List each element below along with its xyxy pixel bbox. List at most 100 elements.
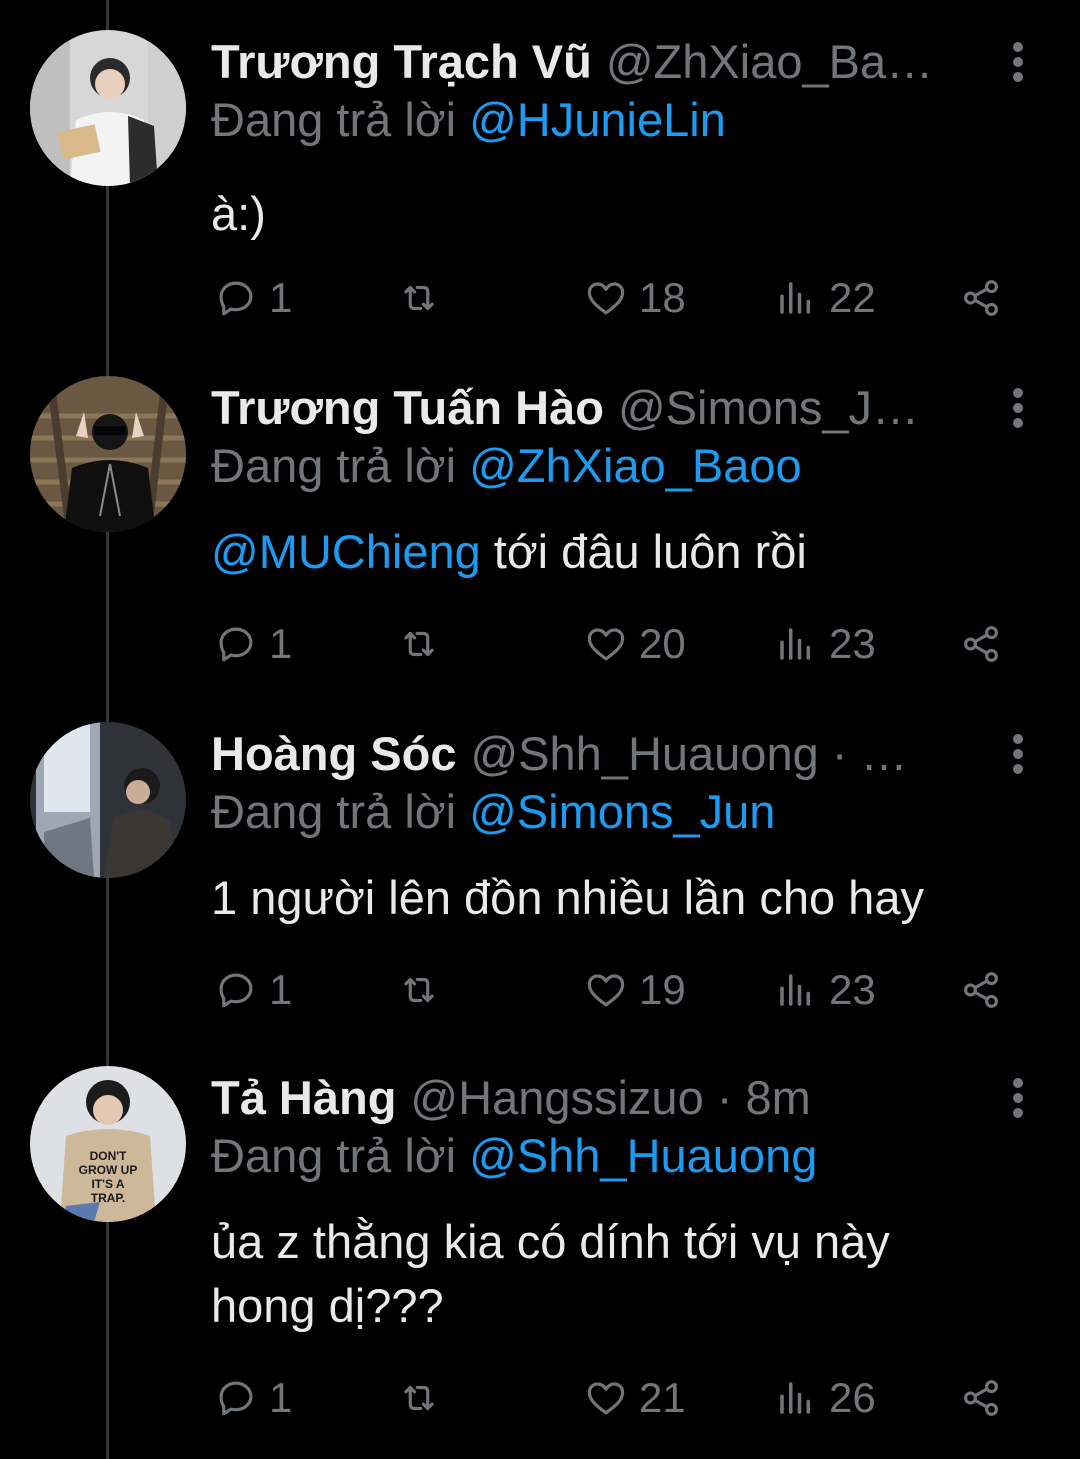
tweet[interactable]: DON'T GROW UP IT'S A TRAP. Tả Hàng @Hangssi… xyxy=(0,1066,1080,1459)
views-button[interactable]: 26 xyxy=(775,1368,876,1428)
handle[interactable]: @Simons_J… xyxy=(618,376,919,440)
like-count: 18 xyxy=(639,274,686,321)
like-button[interactable]: 19 xyxy=(585,960,686,1020)
reply-prefix: Đang trả lời xyxy=(211,1129,457,1182)
reply-prefix: Đang trả lời xyxy=(211,439,457,492)
share-button[interactable] xyxy=(960,614,1014,674)
reply-icon xyxy=(219,1381,253,1416)
action-bar: 1 21 26 xyxy=(0,1368,1080,1428)
display-name[interactable]: Tả Hàng xyxy=(211,1066,396,1130)
views-count: 23 xyxy=(829,966,876,1013)
share-icon xyxy=(964,280,998,316)
tweet-text: à:) xyxy=(211,182,1041,246)
replying-to: Đang trả lời @Simons_Jun xyxy=(211,780,775,844)
more-vertical-icon xyxy=(1013,734,1023,774)
reply-prefix: Đang trả lời xyxy=(211,785,457,838)
avatar-photo xyxy=(30,30,186,186)
share-icon xyxy=(964,626,998,662)
views-button[interactable]: 22 xyxy=(775,268,876,328)
retweet-icon xyxy=(404,285,434,311)
avatar[interactable] xyxy=(30,376,186,532)
share-button[interactable] xyxy=(960,1368,1014,1428)
share-icon xyxy=(964,972,998,1008)
views-count: 26 xyxy=(829,1374,876,1421)
avatar-photo: DON'T GROW UP IT'S A TRAP. xyxy=(30,1066,186,1222)
views-chart-icon xyxy=(780,974,810,1006)
reply-button[interactable]: 1 xyxy=(215,614,292,674)
avatar[interactable] xyxy=(30,30,186,186)
tweet-text-content: 1 người lên đồn nhiều lần cho hay xyxy=(211,871,924,924)
action-bar: 1 18 22 xyxy=(0,268,1080,328)
retweet-icon xyxy=(404,631,434,657)
like-button[interactable]: 18 xyxy=(585,268,686,328)
heart-icon xyxy=(587,974,625,1007)
tweet-header: Hoàng Sóc @Shh_Huauong · … xyxy=(211,722,908,786)
tweet-header: Trương Tuấn Hào @Simons_J… xyxy=(211,376,919,440)
avatar-photo xyxy=(30,722,186,878)
retweet-button[interactable] xyxy=(398,614,452,674)
handle[interactable]: @Shh_Huauong · … xyxy=(470,722,907,786)
retweet-button[interactable] xyxy=(398,1368,452,1428)
replying-to: Đang trả lời @HJunieLin xyxy=(211,88,726,152)
action-bar: 1 19 23 xyxy=(0,960,1080,1020)
tweet[interactable]: Trương Tuấn Hào @Simons_J… Đang trả lời … xyxy=(0,376,1080,696)
reply-button[interactable]: 1 xyxy=(215,960,292,1020)
reply-to-mention[interactable]: @ZhXiao_Baoo xyxy=(469,439,802,492)
reply-button[interactable]: 1 xyxy=(215,268,292,328)
tweet-text-content: à:) xyxy=(211,187,266,240)
display-name[interactable]: Trương Trạch Vũ xyxy=(211,30,592,94)
avatar-photo xyxy=(30,376,186,532)
text-mention[interactable]: @MUChieng xyxy=(211,525,481,578)
views-count: 23 xyxy=(829,620,876,667)
share-button[interactable] xyxy=(960,960,1014,1020)
views-chart-icon xyxy=(780,628,810,660)
retweet-icon xyxy=(404,1385,434,1411)
like-count: 20 xyxy=(639,620,686,667)
reply-to-mention[interactable]: @HJunieLin xyxy=(469,93,726,146)
replying-to: Đang trả lời @ZhXiao_Baoo xyxy=(211,434,802,498)
more-options-button[interactable] xyxy=(996,1068,1040,1128)
share-icon xyxy=(964,1380,998,1416)
tweet-header: Tả Hàng @Hangssizuo · 8m xyxy=(211,1066,811,1130)
more-vertical-icon xyxy=(1013,1078,1023,1118)
retweet-button[interactable] xyxy=(398,960,452,1020)
tweet[interactable]: Hoàng Sóc @Shh_Huauong · … Đang trả lời … xyxy=(0,722,1080,1042)
action-bar: 1 20 23 xyxy=(0,614,1080,674)
retweet-icon xyxy=(404,977,434,1003)
like-count: 19 xyxy=(639,966,686,1013)
views-button[interactable]: 23 xyxy=(775,614,876,674)
reply-prefix: Đang trả lời xyxy=(211,93,457,146)
more-options-button[interactable] xyxy=(996,724,1040,784)
reply-icon xyxy=(219,281,253,316)
reply-to-mention[interactable]: @Simons_Jun xyxy=(469,785,775,838)
tweet-text: ủa z thằng kia có dính tới vụ này hong d… xyxy=(211,1210,1001,1338)
more-vertical-icon xyxy=(1013,42,1023,82)
avatar[interactable]: DON'T GROW UP IT'S A TRAP. xyxy=(30,1066,186,1222)
views-button[interactable]: 23 xyxy=(775,960,876,1020)
views-chart-icon xyxy=(780,1382,810,1414)
handle[interactable]: @Hangssizuo · 8m xyxy=(410,1066,810,1130)
tweet-text-content: ủa z thằng kia có dính tới vụ này hong d… xyxy=(211,1215,890,1332)
share-button[interactable] xyxy=(960,268,1014,328)
retweet-button[interactable] xyxy=(398,268,452,328)
heart-icon xyxy=(587,282,625,315)
views-count: 22 xyxy=(829,274,876,321)
more-options-button[interactable] xyxy=(996,32,1040,92)
like-button[interactable]: 21 xyxy=(585,1368,686,1428)
reply-icon xyxy=(219,627,253,662)
avatar[interactable] xyxy=(30,722,186,878)
handle[interactable]: @ZhXiao_Ba… xyxy=(606,30,933,94)
more-options-button[interactable] xyxy=(996,378,1040,438)
reply-count: 1 xyxy=(269,966,293,1013)
reply-count: 1 xyxy=(269,1374,293,1421)
display-name[interactable]: Trương Tuấn Hào xyxy=(211,376,604,440)
tweet[interactable]: Trương Trạch Vũ @ZhXiao_Ba… Đang trả lời… xyxy=(0,30,1080,350)
like-button[interactable]: 20 xyxy=(585,614,686,674)
views-chart-icon xyxy=(780,282,810,314)
tweet-header: Trương Trạch Vũ @ZhXiao_Ba… xyxy=(211,30,933,94)
heart-icon xyxy=(587,1382,625,1415)
reply-to-mention[interactable]: @Shh_Huauong xyxy=(469,1129,817,1182)
reply-button[interactable]: 1 xyxy=(215,1368,292,1428)
display-name[interactable]: Hoàng Sóc xyxy=(211,722,456,786)
like-count: 21 xyxy=(639,1374,686,1421)
